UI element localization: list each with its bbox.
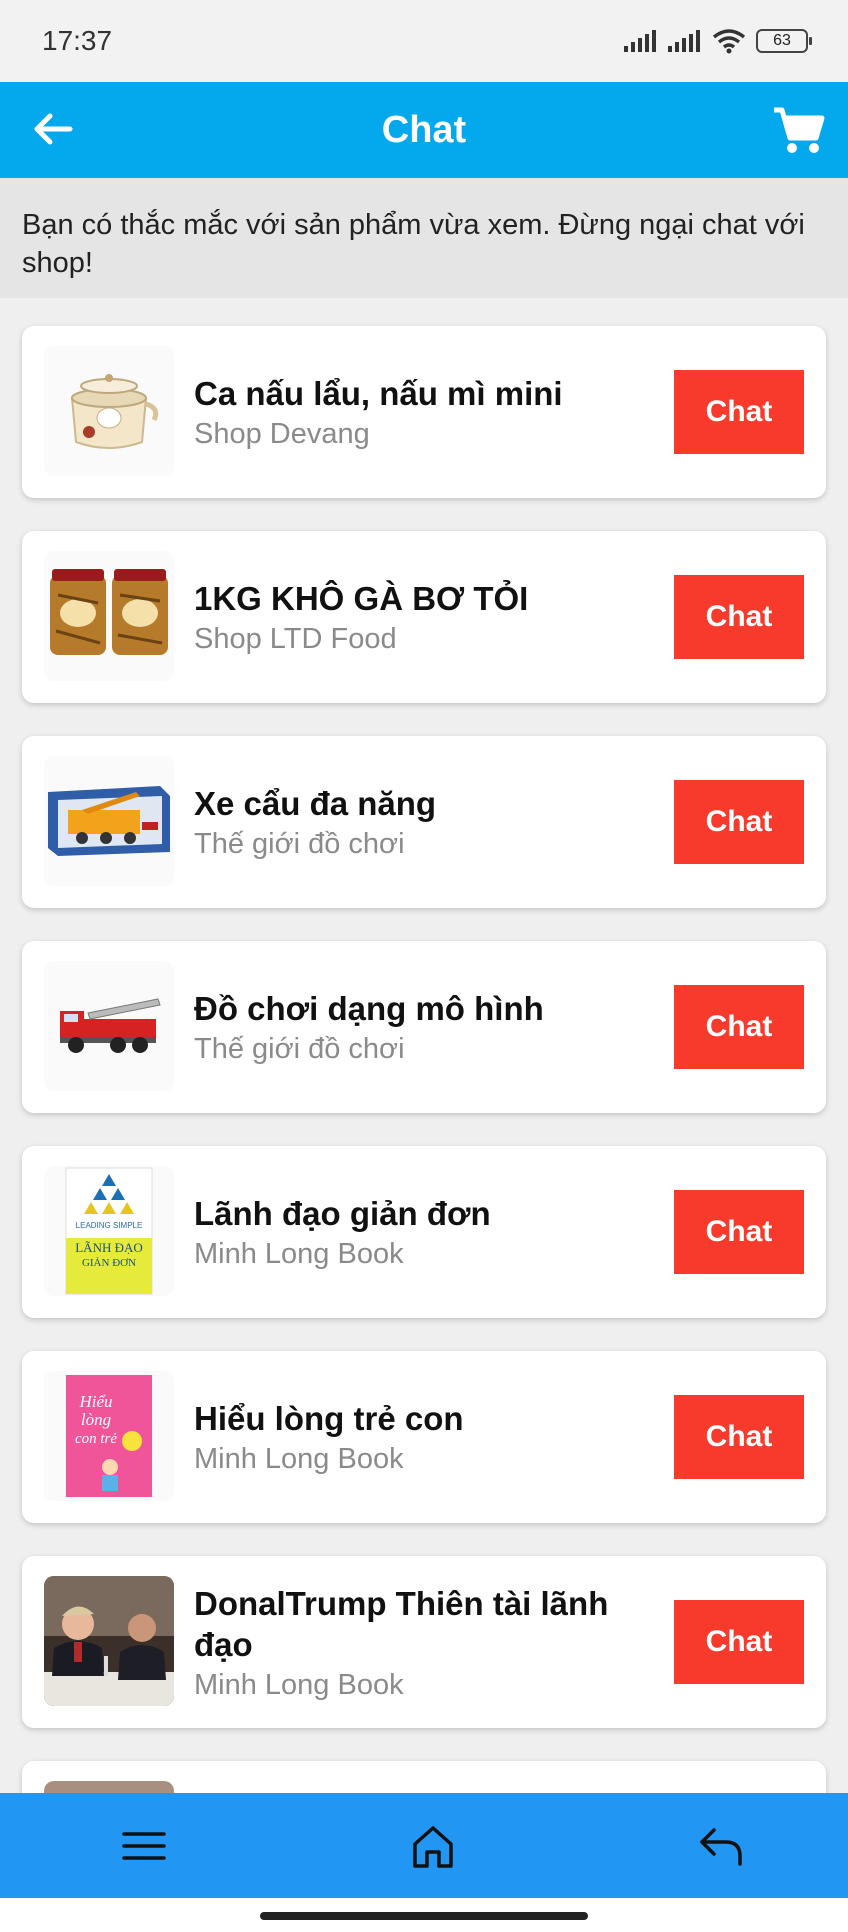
shop-name: Thế giới đồ chơi bbox=[194, 1033, 405, 1065]
list-item: 1KG KHÔ GÀ BƠ TỎI Shop LTD Food Chat bbox=[22, 531, 826, 703]
app-header: Chat bbox=[0, 82, 848, 178]
dried-chicken-jars-image bbox=[44, 551, 174, 681]
gesture-bar[interactable] bbox=[260, 1912, 588, 1920]
shop-name: Thế giới đồ chơi bbox=[194, 828, 405, 860]
leadership-book-cover: LEADING SIMPLE LÃNH ĐẠO GIẢN ĐƠN bbox=[44, 1166, 174, 1296]
list-item: Đồ chơi dạng mô hình Thế giới đồ chơi Ch… bbox=[22, 941, 826, 1113]
list-item: Hiểu lòng con trẻ Hiểu lòng trẻ con Minh… bbox=[22, 1351, 826, 1523]
chat-button[interactable]: Chat bbox=[674, 575, 804, 659]
product-name: Xe cẩu đa năng bbox=[194, 785, 437, 822]
home-icon[interactable] bbox=[407, 1820, 459, 1872]
item-text: Đồ chơi dạng mô hình Thế giới đồ chơi bbox=[194, 941, 654, 1113]
chat-button[interactable]: Chat bbox=[674, 1395, 804, 1479]
wifi-icon bbox=[712, 29, 746, 54]
list-item: Xe cẩu đa năng Thế giới đồ chơi Chat bbox=[22, 736, 826, 908]
return-icon[interactable] bbox=[696, 1820, 748, 1872]
product-name: Lãnh đạo giản đơn bbox=[194, 1195, 491, 1232]
product-name: DonalTrump Thiên tài lãnh đạo bbox=[194, 1584, 609, 1663]
toy-fire-truck-image bbox=[44, 961, 174, 1091]
shop-name: Minh Long Book bbox=[194, 1443, 404, 1475]
signal-icon bbox=[624, 30, 656, 52]
back-arrow-icon[interactable] bbox=[28, 104, 78, 154]
notice-banner: Bạn có thắc mắc với sản phẩm vừa xem. Đừ… bbox=[0, 178, 848, 298]
item-image bbox=[44, 1781, 174, 1793]
gesture-area bbox=[0, 1898, 848, 1932]
item-text: Xe cẩu đa năng Thế giới đồ chơi bbox=[194, 736, 654, 908]
toy-crane-box-image bbox=[44, 756, 174, 886]
item-text: Lãnh đạo giản đơn Minh Long Book bbox=[194, 1146, 654, 1318]
battery-level: 63 bbox=[773, 32, 791, 49]
bottom-nav bbox=[0, 1793, 848, 1898]
cover-text-3: con trẻ bbox=[75, 1431, 117, 1447]
shop-name: Shop LTD Food bbox=[194, 623, 397, 655]
chat-button[interactable]: Chat bbox=[674, 1600, 804, 1684]
chat-button[interactable]: Chat bbox=[674, 780, 804, 864]
cart-icon[interactable] bbox=[770, 102, 826, 158]
chat-button[interactable]: Chat bbox=[674, 370, 804, 454]
shop-name: Minh Long Book bbox=[194, 1238, 404, 1270]
dinner-photo-image bbox=[44, 1576, 174, 1706]
shop-name: Minh Long Book bbox=[194, 1668, 404, 1701]
item-text: Ca nấu lẩu, nấu mì mini Shop Devang bbox=[194, 326, 654, 498]
battery-icon: 63 bbox=[756, 29, 812, 53]
children-book-cover: Hiểu lòng con trẻ bbox=[44, 1371, 174, 1501]
chat-button[interactable]: Chat bbox=[674, 985, 804, 1069]
electric-pot-image bbox=[44, 346, 174, 476]
product-chat-list: Ca nấu lẩu, nấu mì mini Shop Devang Chat… bbox=[0, 298, 848, 1793]
list-item bbox=[22, 1761, 826, 1793]
status-icons: 63 bbox=[624, 28, 812, 54]
cover-text-1: LEADING SIMPLE bbox=[76, 1221, 143, 1230]
page-title: Chat bbox=[381, 108, 467, 151]
product-name: Đồ chơi dạng mô hình bbox=[194, 990, 544, 1027]
status-bar: 17:37 63 bbox=[0, 0, 848, 82]
item-text: 1KG KHÔ GÀ BƠ TỎI Shop LTD Food bbox=[194, 531, 654, 703]
cover-text-2: LÃNH ĐẠO bbox=[75, 1240, 143, 1255]
product-name: Ca nấu lẩu, nấu mì mini bbox=[194, 375, 563, 412]
list-item: LEADING SIMPLE LÃNH ĐẠO GIẢN ĐƠN Lãnh đạ… bbox=[22, 1146, 826, 1318]
item-text: Hiểu lòng trẻ con Minh Long Book bbox=[194, 1351, 654, 1523]
cover-text-2: lòng bbox=[81, 1410, 111, 1429]
list-item: DonalTrump Thiên tài lãnh đạo Minh Long … bbox=[22, 1556, 826, 1728]
cover-text-3: GIẢN ĐƠN bbox=[82, 1257, 136, 1269]
chat-button[interactable]: Chat bbox=[674, 1190, 804, 1274]
product-name: Hiểu lòng trẻ con bbox=[194, 1400, 464, 1437]
list-item: Ca nấu lẩu, nấu mì mini Shop Devang Chat bbox=[22, 326, 826, 498]
product-name: 1KG KHÔ GÀ BƠ TỎI bbox=[194, 580, 529, 617]
shop-name: Shop Devang bbox=[194, 418, 370, 450]
signal-icon-2 bbox=[668, 30, 700, 52]
item-text: DonalTrump Thiên tài lãnh đạo Minh Long … bbox=[194, 1556, 654, 1728]
menu-icon[interactable] bbox=[118, 1820, 170, 1872]
status-time: 17:37 bbox=[42, 25, 113, 56]
cover-text-1: Hiểu bbox=[78, 1392, 112, 1411]
